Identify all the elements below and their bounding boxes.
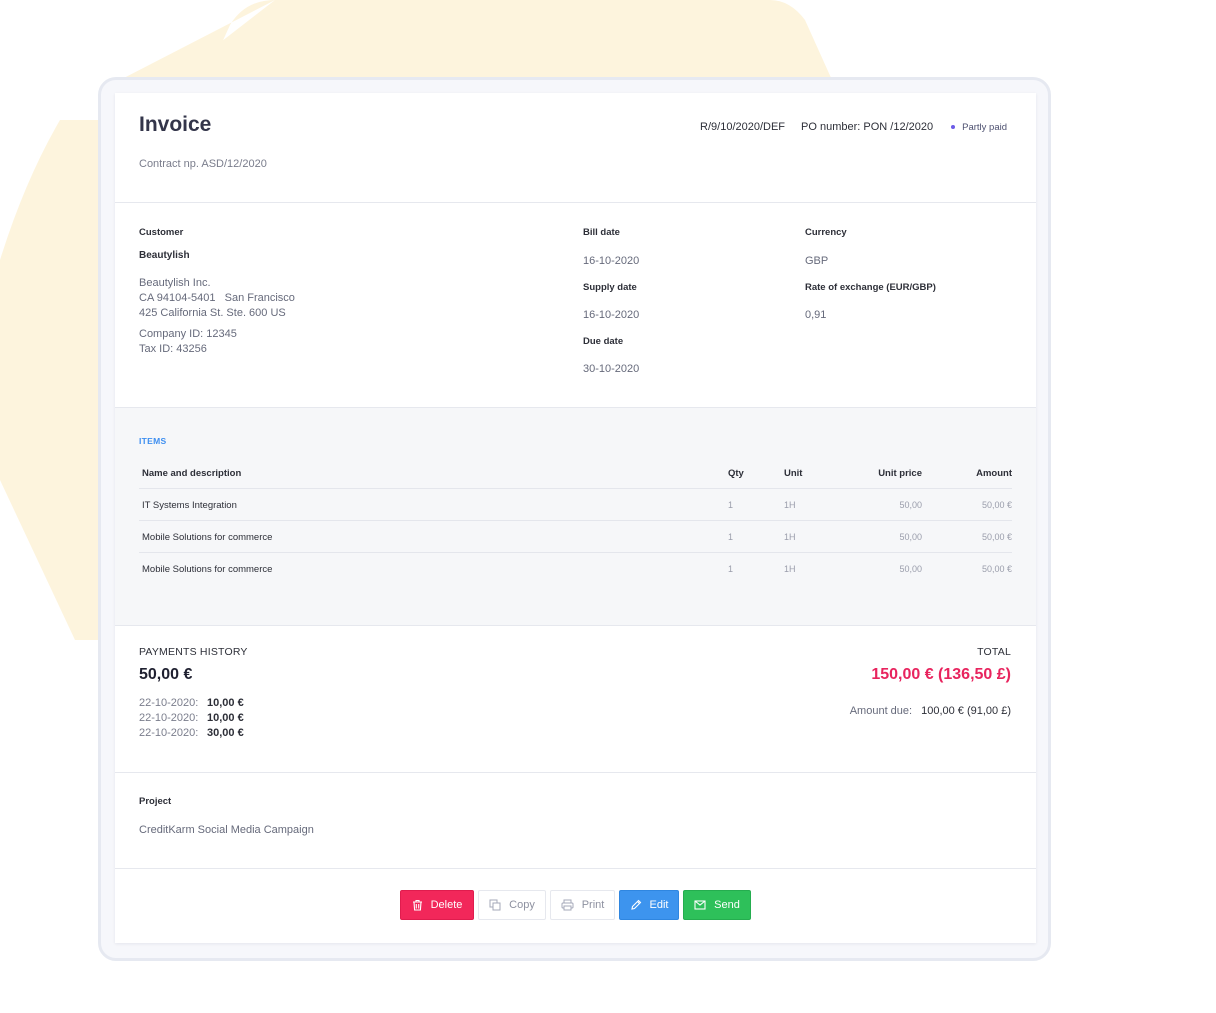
item-amount: 50,00 € [981, 500, 1012, 510]
divider [115, 868, 1036, 869]
column-header-amount: Amount [976, 468, 1012, 479]
due-date-label: Due date [583, 336, 624, 347]
table-header-row: Name and description Qty Unit Unit price… [139, 457, 1012, 489]
payment-date: 22-10-2020: [139, 712, 199, 724]
total-amount: 150,00 € (136,50 £) [871, 666, 1011, 683]
delete-button-label: Delete [430, 899, 463, 911]
customer-name: Beautylish [139, 250, 190, 261]
copy-button[interactable]: Copy [478, 890, 546, 920]
amount-due: Amount due: 100,00 € (91,00 £) [850, 705, 1011, 717]
edit-button[interactable]: Edit [619, 890, 679, 920]
customer-tax-id: Tax ID: 43256 [139, 343, 207, 355]
amount-due-label: Amount due: [849, 705, 913, 717]
table-row[interactable]: Mobile Solutions for commerce 1 1H 50,00… [139, 521, 1012, 553]
item-unit: 1H [784, 564, 796, 574]
action-bar: Delete Copy Print Edit Send [400, 890, 755, 920]
items-table: Name and description Qty Unit Unit price… [139, 457, 1012, 585]
bill-date-label: Bill date [583, 227, 620, 238]
divider [115, 772, 1036, 773]
invoice-reference: R/9/10/2020/DEF [700, 121, 786, 133]
divider [115, 625, 1036, 626]
payments-history-title: PAYMENTS HISTORY [139, 646, 248, 658]
send-button[interactable]: Send [683, 890, 751, 920]
contract-number: Contract np. ASD/12/2020 [139, 158, 267, 170]
currency-value: GBP [805, 255, 829, 267]
print-button[interactable]: Print [550, 890, 615, 920]
item-amount: 50,00 € [981, 532, 1012, 542]
payments-list: 22-10-2020: 10,00 € 22-10-2020: 10,00 € 22… [139, 696, 244, 741]
currency-label: Currency [805, 227, 847, 238]
divider [115, 202, 1036, 203]
item-name: IT Systems Integration [142, 500, 237, 511]
customer-address: Beautylish Inc. CA 94104-5401 San Franci… [139, 276, 295, 357]
status-dot-icon [951, 125, 956, 129]
payment-entry: 22-10-2020: 10,00 € [139, 711, 244, 726]
payment-amount: 10,00 € [207, 697, 244, 709]
supply-date-label: Supply date [583, 282, 637, 293]
column-header-name: Name and description [142, 468, 242, 479]
payments-total: 50,00 € [139, 666, 193, 683]
item-name: Mobile Solutions for commerce [142, 564, 273, 575]
status-badge: Partly paid [951, 122, 1007, 133]
customer-label: Customer [139, 227, 184, 238]
table-row[interactable]: Mobile Solutions for commerce 1 1H 50,00… [139, 553, 1012, 585]
trash-icon [412, 899, 422, 911]
total-title: TOTAL [977, 646, 1011, 658]
customer-company-id: Company ID: 12345 [139, 328, 237, 340]
amount-due-value: 100,00 € (91,00 £) [921, 705, 1011, 717]
pencil-icon [630, 899, 641, 910]
send-button-label: Send [714, 899, 740, 911]
print-button-label: Print [581, 899, 605, 911]
item-unit-price: 50,00 [899, 532, 922, 542]
page-title: Invoice [139, 113, 212, 136]
project-label: Project [139, 796, 172, 807]
payment-date: 22-10-2020: [139, 727, 199, 739]
due-date-value: 30-10-2020 [583, 363, 640, 375]
delete-button[interactable]: Delete [400, 890, 474, 920]
payment-entry: 22-10-2020: 30,00 € [139, 726, 244, 741]
item-unit: 1H [784, 532, 796, 542]
supply-date-value: 16-10-2020 [583, 309, 640, 321]
table-row[interactable]: IT Systems Integration 1 1H 50,00 50,00 … [139, 489, 1012, 521]
item-name: Mobile Solutions for commerce [142, 532, 273, 543]
item-unit-price: 50,00 [899, 500, 922, 510]
customer-company: Beautylish Inc. [139, 277, 211, 289]
item-unit: 1H [784, 500, 796, 510]
column-header-unit: Unit [784, 468, 803, 479]
column-header-qty: Qty [728, 468, 744, 479]
printer-icon [561, 899, 574, 911]
item-qty: 1 [728, 500, 734, 510]
project-value: CreditKarm Social Media Campaign [139, 824, 314, 836]
exchange-rate-label: Rate of exchange (EUR/GBP) [805, 282, 936, 293]
customer-address-line2: 425 California St. Ste. 600 US [139, 307, 286, 319]
invoice-meta: R/9/10/2020/DEF PO number: PON /12/2020 … [700, 121, 1007, 133]
column-header-unit-price: Unit price [878, 468, 922, 479]
po-number: PO number: PON /12/2020 [801, 121, 934, 133]
item-qty: 1 [728, 532, 734, 542]
envelope-icon [694, 900, 706, 910]
payment-date: 22-10-2020: [139, 697, 199, 709]
copy-button-label: Copy [509, 899, 535, 911]
payment-amount: 30,00 € [207, 727, 244, 739]
item-amount: 50,00 € [981, 564, 1012, 574]
copy-icon [489, 899, 501, 911]
payment-entry: 22-10-2020: 10,00 € [139, 696, 244, 711]
invoice-card: Invoice Contract np. ASD/12/2020 R/9/10/… [115, 93, 1036, 943]
items-title: ITEMS [139, 436, 167, 446]
divider [115, 407, 1036, 408]
customer-address-line1: CA 94104-5401 San Francisco [139, 292, 295, 304]
item-unit-price: 50,00 [899, 564, 922, 574]
status-label: Partly paid [962, 121, 1007, 133]
exchange-rate-value: 0,91 [805, 309, 827, 321]
item-qty: 1 [728, 564, 734, 574]
bill-date-value: 16-10-2020 [583, 255, 640, 267]
payment-amount: 10,00 € [207, 712, 244, 724]
edit-button-label: Edit [649, 899, 669, 911]
